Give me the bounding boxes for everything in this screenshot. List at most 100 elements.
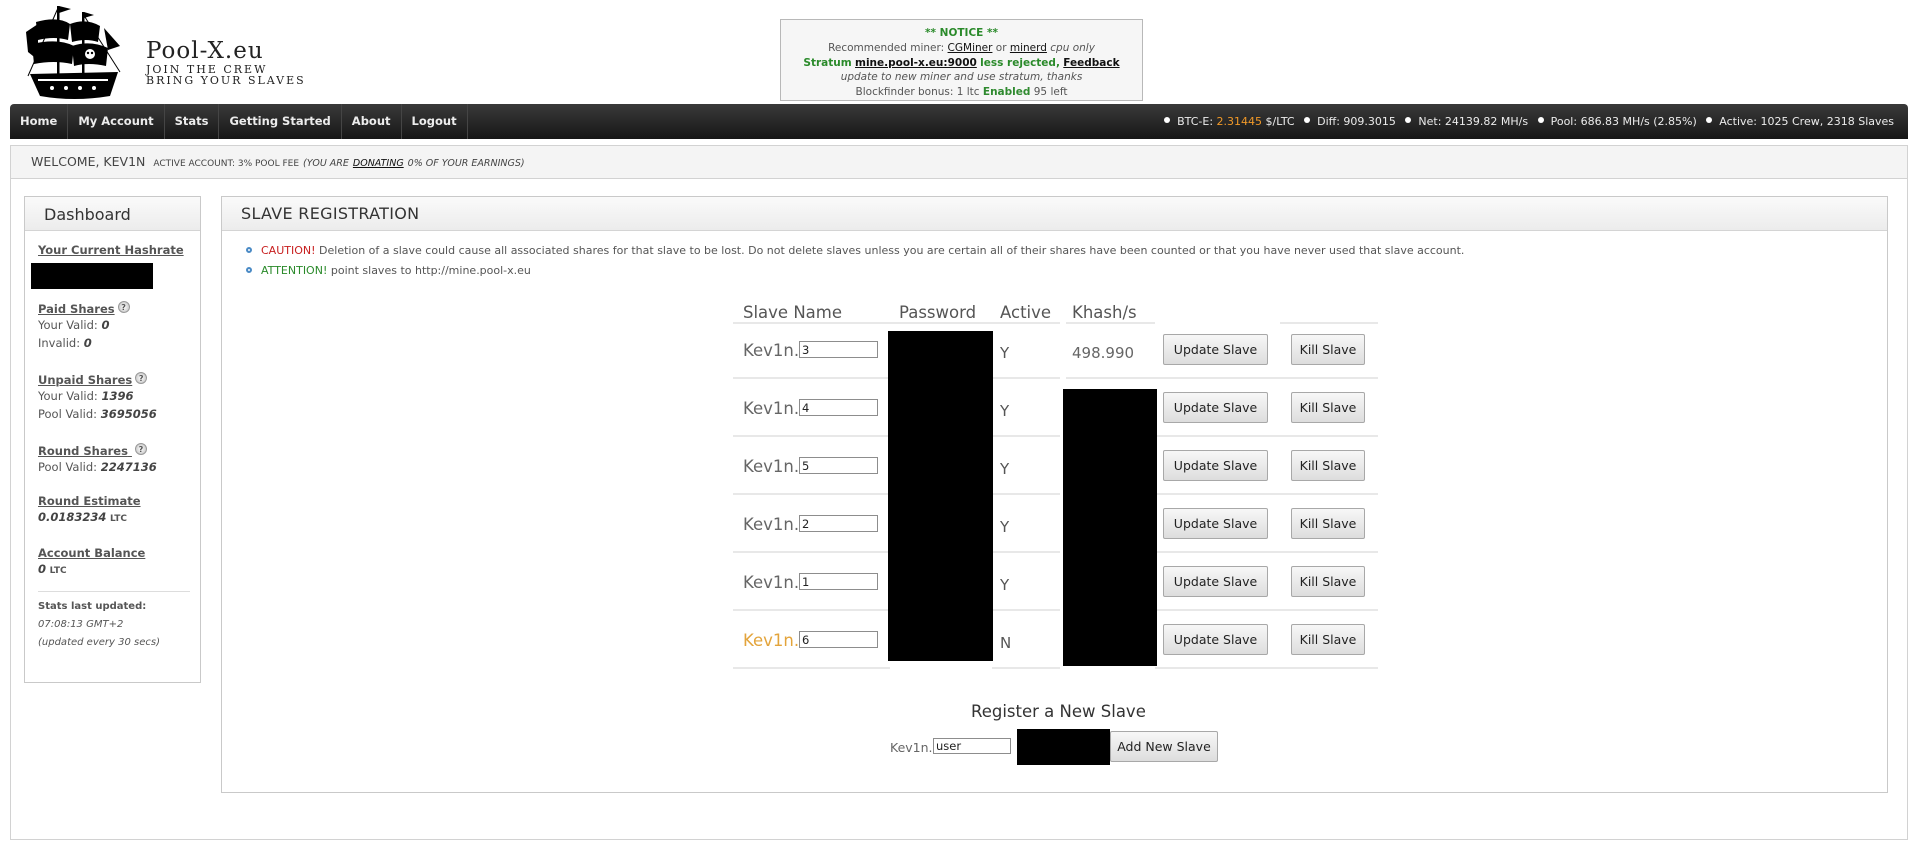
help-icon[interactable]: ? [134, 443, 147, 455]
notice-blockfinder: Blockfinder bonus: 1 ltc [855, 86, 980, 99]
unpaid-pool-label: Pool Valid: [38, 407, 98, 421]
row-divider [992, 667, 1060, 669]
round-estimate-title[interactable]: Round Estimate [38, 494, 200, 508]
account-balance-value: 0 [38, 562, 47, 576]
help-icon[interactable]: ? [117, 301, 130, 313]
slave-name-input[interactable] [799, 341, 878, 358]
stat-active-text: Active: 1025 Crew, 2318 Slaves [1719, 115, 1894, 128]
slave-active: Y [1000, 460, 1010, 478]
round-estimate-value: 0.0183234 [38, 510, 107, 524]
bullet-icon [246, 247, 252, 253]
stats-interval-value: (updated every 30 secs) [38, 637, 160, 648]
nav-stats[interactable]: Stats [165, 104, 220, 139]
header: Pool-X.eu Join the Crew Bring your Slave… [0, 0, 1916, 104]
round-pool-value: 2247136 [100, 460, 157, 474]
slave-row: Kev1n. Y 498.990 Update Slave Kill Slave [733, 321, 1378, 379]
paid-shares-title[interactable]: Paid Shares? [38, 301, 200, 316]
nav-home[interactable]: Home [10, 104, 69, 139]
dashboard-sidebar: Dashboard Your Current Hashrate Paid Sha… [24, 196, 201, 683]
slave-row: Kev1n. Y Update Slave Kill Slave [733, 379, 1378, 437]
stratum-url-link[interactable]: mine.pool-x.eu:9000 [855, 57, 977, 69]
caution-message: CAUTION! Deletion of a slave could cause… [246, 243, 1464, 263]
paid-valid-value: 0 [101, 318, 110, 332]
slave-active: Y [1000, 402, 1010, 420]
notice-box: ** NOTICE ** Recommended miner: CGMiner … [780, 19, 1143, 101]
slave-name-input[interactable] [799, 399, 878, 416]
stat-diff-text: Diff: 909.3015 [1317, 115, 1396, 128]
hashrate-title[interactable]: Your Current Hashrate [38, 243, 200, 257]
slave-name-input[interactable] [799, 631, 878, 648]
stat-net-text: Net: 24139.82 MH/s [1418, 115, 1529, 128]
slave-active: Y [1000, 576, 1010, 594]
welcome-greeting: WELCOME, KEV1N [31, 154, 146, 169]
nav-getting-started[interactable]: Getting Started [219, 104, 342, 139]
unpaid-valid-value: 1396 [101, 389, 134, 403]
minerd-link[interactable]: minerd [1010, 42, 1047, 54]
nav-my-account[interactable]: My Account [68, 104, 165, 139]
slave-name-input[interactable] [799, 515, 878, 532]
header-active: Active [1000, 303, 1052, 322]
stat-btc-value: 2.31445 [1216, 115, 1263, 128]
cgminer-link[interactable]: CGMiner [948, 42, 993, 54]
kill-slave-button[interactable]: Kill Slave [1291, 508, 1365, 539]
round-shares-title[interactable]: Round Shares ? [38, 443, 200, 458]
stats-updated-time: 07:08:13 GMT+2 [38, 616, 200, 634]
paid-invalid-label: Invalid: [38, 336, 81, 350]
slave-name-prefix: Kev1n. [743, 399, 800, 418]
help-icon[interactable]: ? [135, 372, 148, 384]
notice-left: 95 left [1033, 86, 1068, 99]
notice-enabled: Enabled [982, 86, 1031, 99]
bullet-icon [1537, 117, 1544, 123]
update-slave-button[interactable]: Update Slave [1163, 508, 1268, 539]
nav-about[interactable]: About [342, 104, 402, 139]
slave-name-prefix: Kev1n. [743, 341, 800, 360]
site-logo[interactable]: Pool-X.eu Join the Crew Bring your Slave… [146, 40, 306, 87]
paid-shares-label: Paid Shares [38, 302, 115, 316]
nav-logout[interactable]: Logout [402, 104, 468, 139]
round-shares-label: Round Shares [38, 444, 128, 458]
dashboard-title: Dashboard [25, 197, 200, 231]
paid-valid: Your Valid: 0 [38, 316, 200, 334]
account-balance-title[interactable]: Account Balance [38, 546, 200, 560]
update-slave-button[interactable]: Update Slave [1163, 392, 1268, 423]
pirate-ship-logo [26, 6, 121, 99]
kill-slave-button[interactable]: Kill Slave [1291, 450, 1365, 481]
slave-name-input[interactable] [799, 573, 878, 590]
nav-bar: Home My Account Stats Getting Started Ab… [10, 104, 1908, 139]
update-slave-button[interactable]: Update Slave [1163, 624, 1268, 655]
round-pool: Pool Valid: 2247136 [38, 458, 200, 476]
bullet-icon [1164, 117, 1171, 123]
slave-row: Kev1n. N Update Slave Kill Slave [733, 611, 1378, 669]
update-slave-button[interactable]: Update Slave [1163, 566, 1268, 597]
donating-link[interactable]: donating [353, 158, 404, 169]
kill-slave-button[interactable]: Kill Slave [1291, 392, 1365, 423]
message-list: CAUTION! Deletion of a slave could cause… [246, 243, 1464, 283]
header-slave-name: Slave Name [743, 303, 843, 322]
kill-slave-button[interactable]: Kill Slave [1291, 334, 1365, 365]
unpaid-valid: Your Valid: 1396 [38, 387, 200, 405]
notice-update-line: update to new miner and use stratum, tha… [840, 71, 1083, 84]
feedback-link[interactable]: Feedback [1063, 57, 1119, 69]
new-slave-password-redacted[interactable] [1017, 729, 1110, 765]
stat-btc-unit: $/LTC [1265, 115, 1295, 128]
slave-active: Y [1000, 518, 1010, 536]
stats-updated-label: Stats last updated: [38, 601, 147, 612]
add-new-slave-button[interactable]: Add New Slave [1110, 731, 1218, 762]
panel-title: Slave Registration [222, 197, 1887, 231]
notice-recommended: Recommended miner: [828, 41, 945, 54]
welcome-donating-suffix: 0% of your earnings) [407, 158, 525, 169]
kill-slave-button[interactable]: Kill Slave [1291, 624, 1365, 655]
new-slave-name-input[interactable] [933, 738, 1011, 754]
stat-btc-label: BTC-E: [1177, 115, 1214, 128]
unpaid-shares-title[interactable]: Unpaid Shares? [38, 372, 200, 387]
attention-text: point slaves to http://mine.pool-x.eu [330, 264, 531, 277]
logo-tagline-2: Bring your Slaves [146, 74, 306, 87]
caution-label: CAUTION! [261, 244, 316, 257]
slave-name-input[interactable] [799, 457, 878, 474]
slave-khash: 498.990 [1072, 344, 1135, 362]
update-slave-button[interactable]: Update Slave [1163, 450, 1268, 481]
unpaid-valid-label: Your Valid: [38, 389, 98, 403]
kill-slave-button[interactable]: Kill Slave [1291, 566, 1365, 597]
slave-row: Kev1n. Y Update Slave Kill Slave [733, 437, 1378, 495]
update-slave-button[interactable]: Update Slave [1163, 334, 1268, 365]
